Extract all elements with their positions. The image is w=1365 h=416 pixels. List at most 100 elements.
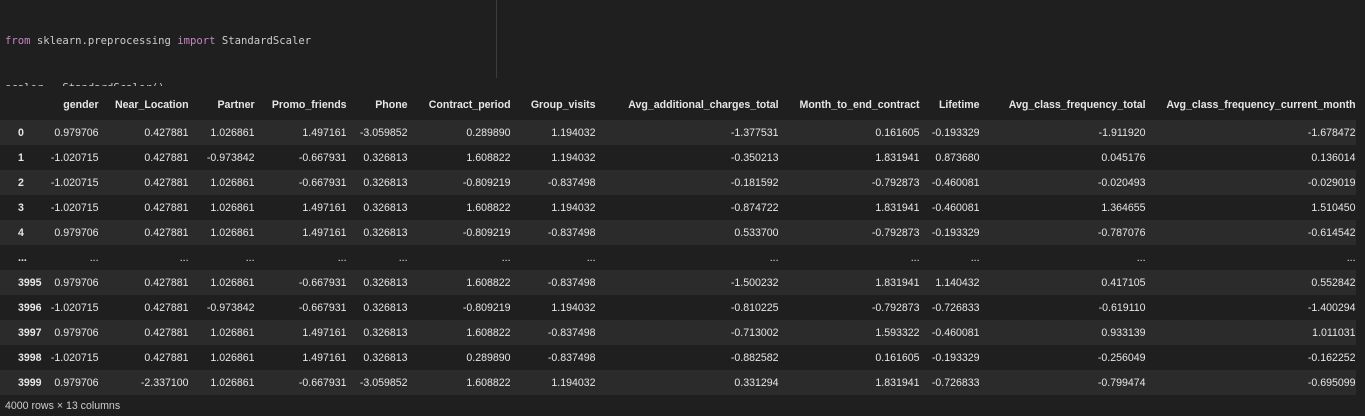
row-index: 2 xyxy=(18,176,24,189)
table-cell: 0.427881 xyxy=(144,126,189,139)
row-index: 3996 xyxy=(18,301,42,314)
table-cell: -1.020715 xyxy=(50,201,99,214)
table-cell: -1.400294 xyxy=(1307,301,1356,314)
table-cell: ... xyxy=(910,251,920,264)
table-cell: ... xyxy=(769,251,779,264)
table-cell: 0.326813 xyxy=(363,326,408,339)
table-cell: -1.020715 xyxy=(50,176,99,189)
table-cell: 0.326813 xyxy=(363,301,408,314)
table-cell: ... xyxy=(179,251,189,264)
row-index: 4 xyxy=(18,226,24,239)
table-cell: 1.608822 xyxy=(466,276,511,289)
table-cell: 1.026861 xyxy=(210,126,255,139)
output-area: gender Near_Location Partner Promo_friends P… xyxy=(0,90,1365,395)
row-index: 0 xyxy=(18,126,24,139)
table-cell: -0.667931 xyxy=(298,151,347,164)
table-cell: 0.427881 xyxy=(144,201,189,214)
column-header: Group_visits xyxy=(530,99,596,111)
table-cell: -0.882582 xyxy=(730,351,779,364)
table-header-row: gender Near_Location Partner Promo_friends P… xyxy=(0,90,1356,120)
table-cell: 0.873680 xyxy=(935,151,980,164)
table-cell: 1.194032 xyxy=(551,201,596,214)
table-cell: 1.510450 xyxy=(1311,201,1356,214)
row-index: 3 xyxy=(18,201,24,214)
table-cell: 1.011031 xyxy=(1312,326,1356,339)
table-cell: 1.608822 xyxy=(466,326,511,339)
table-cell: 0.289890 xyxy=(466,126,511,139)
table-cell: 0.326813 xyxy=(363,276,408,289)
table-cell: -0.667931 xyxy=(298,376,347,389)
table-cell: -0.792873 xyxy=(871,176,920,189)
table-cell: 0.427881 xyxy=(144,301,189,314)
table-cell: 0.552842 xyxy=(1311,276,1356,289)
row-index: ... xyxy=(18,251,27,264)
table-cell: -0.874722 xyxy=(730,201,779,214)
table-cell: 0.045176 xyxy=(1101,151,1146,164)
table-cell: -0.973842 xyxy=(206,301,255,314)
column-header: Phone xyxy=(375,99,408,111)
dataframe-shape-footer: 4000 rows × 13 columns xyxy=(5,400,121,412)
table-row: ....................................... xyxy=(0,245,1356,270)
table-cell: -0.614542 xyxy=(1307,226,1356,239)
column-header: gender xyxy=(63,99,99,111)
table-cell: 1.593322 xyxy=(875,326,920,339)
table-cell: 1.026861 xyxy=(210,176,255,189)
code-line-1: from sklearn.preprocessing import Standa… xyxy=(5,34,1365,50)
code-token: import xyxy=(177,35,216,47)
code-cell[interactable]: from sklearn.preprocessing import Standa… xyxy=(0,0,1365,86)
table-cell: -0.726833 xyxy=(931,301,980,314)
table-cell: 1.026861 xyxy=(210,276,255,289)
table-cell: ... xyxy=(89,251,99,264)
table-cell: -0.193329 xyxy=(931,351,980,364)
code-line-2: scaler = StandardScaler() xyxy=(5,81,1365,87)
table-cell: 0.427881 xyxy=(144,226,189,239)
table-cell: 0.161605 xyxy=(875,126,920,139)
table-cell: 0.427881 xyxy=(144,176,189,189)
table-cell: 0.326813 xyxy=(363,176,408,189)
table-cell: 1.608822 xyxy=(466,376,511,389)
table-cell: 1.497161 xyxy=(302,226,347,239)
column-header: Near_Location xyxy=(114,99,189,111)
table-cell: 0.136014 xyxy=(1311,151,1356,164)
table-cell: 1.831941 xyxy=(875,376,920,389)
table-cell: 0.979706 xyxy=(54,376,99,389)
code-token: StandardScaler xyxy=(215,35,312,47)
table-cell: -0.792873 xyxy=(871,301,920,314)
table-cell: 1.364655 xyxy=(1101,201,1146,214)
table-cell: -1.020715 xyxy=(50,151,99,164)
table-cell: 0.326813 xyxy=(363,201,408,214)
table-cell: 0.289890 xyxy=(466,351,511,364)
table-cell: 0.331294 xyxy=(734,376,779,389)
table-cell: 1.140432 xyxy=(935,276,980,289)
table-cell: ... xyxy=(245,251,255,264)
table-cell: ... xyxy=(501,251,511,264)
table-row: 3996 -1.020715 0.427881 -0.973842 -0.667931 0… xyxy=(0,295,1356,320)
table-cell: -0.667931 xyxy=(298,301,347,314)
table-cell: -0.181592 xyxy=(730,176,779,189)
table-cell: 1.608822 xyxy=(466,201,511,214)
table-cell: -0.726833 xyxy=(931,376,980,389)
table-cell: 0.161605 xyxy=(875,351,920,364)
table-row: 0 0.979706 0.427881 1.026861 1.497161 -3.0598… xyxy=(0,120,1356,145)
table-cell: 0.427881 xyxy=(144,276,189,289)
table-cell: -0.619110 xyxy=(1098,301,1146,314)
code-token: sklearn.preprocessing xyxy=(30,35,178,47)
column-header: Avg_class_frequency_current_month xyxy=(1166,99,1356,111)
table-cell: 0.326813 xyxy=(363,226,408,239)
row-index: 1 xyxy=(18,151,24,164)
table-cell: -0.799474 xyxy=(1097,376,1146,389)
table-cell: -0.029019 xyxy=(1307,176,1356,189)
table-cell: -0.973842 xyxy=(206,151,255,164)
table-row: 3 -1.020715 0.427881 1.026861 1.497161 0.3268… xyxy=(0,195,1356,220)
table-cell: 0.427881 xyxy=(144,351,189,364)
table-cell: 0.326813 xyxy=(363,351,408,364)
table-row: 2 -1.020715 0.427881 1.026861 -0.667931 0.326… xyxy=(0,170,1356,195)
table-cell: ... xyxy=(337,251,347,264)
table-row: 1 -1.020715 0.427881 -0.973842 -0.667931 0.32… xyxy=(0,145,1356,170)
table-cell: -0.193329 xyxy=(931,126,980,139)
row-index: 3995 xyxy=(18,276,42,289)
table-cell: 1.497161 xyxy=(302,126,347,139)
column-header: Partner xyxy=(217,99,255,111)
code-cell-divider xyxy=(496,0,497,78)
table-cell: -0.350213 xyxy=(730,151,779,164)
